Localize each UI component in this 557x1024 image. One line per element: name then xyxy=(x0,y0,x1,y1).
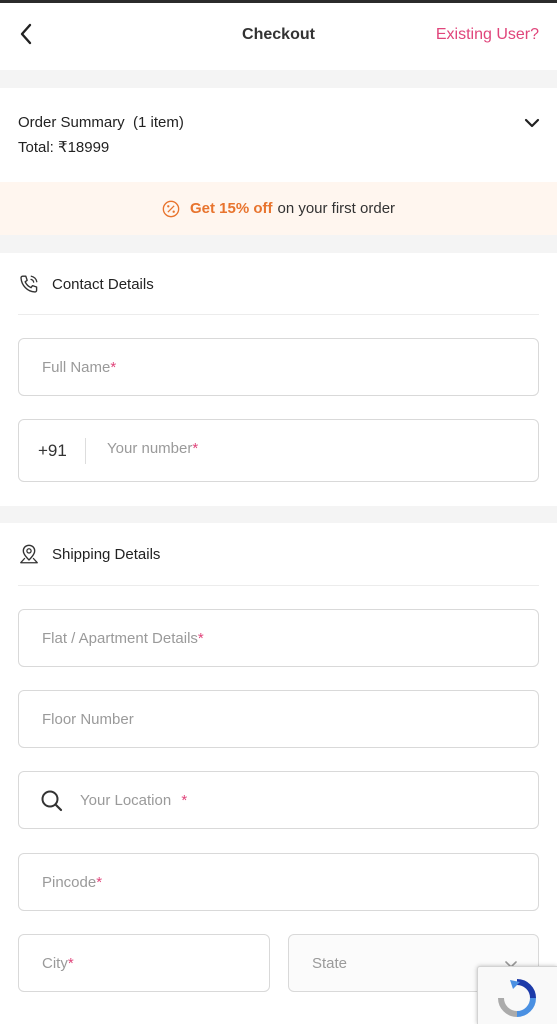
phone-placeholder: Your number* xyxy=(107,440,199,457)
chevron-down-icon[interactable] xyxy=(521,112,543,134)
percent-badge-icon xyxy=(162,200,180,217)
order-total: Total: ₹18999 xyxy=(18,139,110,156)
order-summary-title: Order Summary (1 item) xyxy=(18,114,184,131)
full-name-field[interactable]: Full Name* xyxy=(18,338,539,396)
flat-apartment-field[interactable]: Flat / Apartment Details* xyxy=(18,609,539,667)
full-name-placeholder: Full Name* xyxy=(42,359,117,376)
app-header: Checkout Existing User? xyxy=(0,3,557,70)
shipping-details-section: Shipping Details Flat / Apartment Detail… xyxy=(0,523,557,1024)
shipping-details-label: Shipping Details xyxy=(52,545,161,563)
contact-details-heading: Contact Details xyxy=(18,273,154,295)
order-summary-panel[interactable]: Order Summary (1 item) Total: ₹18999 xyxy=(0,88,557,182)
offer-highlight: Get 15% off xyxy=(189,200,273,217)
section-divider xyxy=(18,314,539,315)
section-divider xyxy=(18,585,539,586)
location-pin-icon xyxy=(20,544,38,564)
first-order-offer-banner: Get 15% off on your first order xyxy=(0,182,557,235)
location-search-field[interactable]: Your Location * xyxy=(18,771,539,829)
pincode-field[interactable]: Pincode* xyxy=(18,853,539,911)
contact-details-section: Contact Details Full Name* +91 Your numb… xyxy=(0,253,557,506)
country-code-divider xyxy=(85,438,86,464)
state-placeholder: State xyxy=(312,955,348,972)
phone-number-field[interactable]: +91 Your number* xyxy=(18,419,539,482)
recaptcha-icon xyxy=(498,979,536,1017)
back-arrow-icon xyxy=(20,23,32,45)
floor-number-field[interactable]: Floor Number xyxy=(18,690,539,748)
shipping-details-heading: Shipping Details xyxy=(18,543,160,565)
floor-number-placeholder: Floor Number xyxy=(42,711,134,728)
recaptcha-badge[interactable] xyxy=(477,966,557,1024)
contact-details-label: Contact Details xyxy=(52,275,154,293)
location-placeholder: Your Location * xyxy=(80,792,188,809)
search-icon xyxy=(41,790,63,812)
country-code[interactable]: +91 xyxy=(38,441,67,461)
city-placeholder: City* xyxy=(42,955,74,972)
offer-text: on your first order xyxy=(277,200,396,217)
existing-user-link[interactable]: Existing User? xyxy=(436,26,539,44)
city-field[interactable]: City* xyxy=(18,934,270,992)
back-button[interactable] xyxy=(12,20,40,48)
pincode-placeholder: Pincode* xyxy=(42,874,103,891)
flat-apartment-placeholder: Flat / Apartment Details* xyxy=(42,630,204,647)
phone-icon xyxy=(20,275,38,293)
